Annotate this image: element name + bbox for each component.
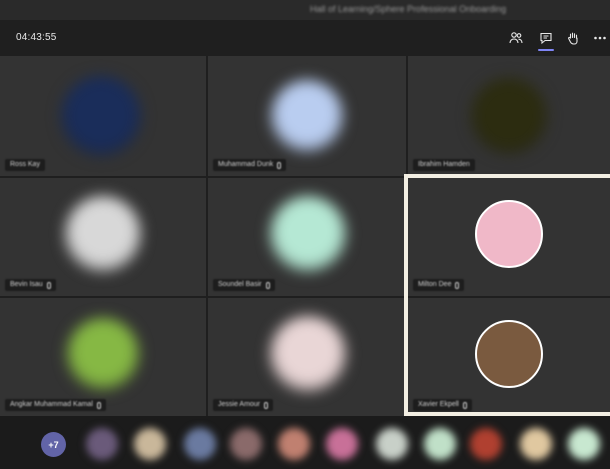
participant-tile[interactable]: Ibrahim Hamden: [408, 56, 610, 176]
participant-name: Ibrahim Hamden: [418, 161, 470, 168]
meeting-header: 04:43:55: [0, 20, 610, 56]
overflow-participant-thumbnail[interactable]: [424, 428, 456, 460]
people-button[interactable]: [506, 28, 526, 48]
participant-avatar: [475, 200, 543, 268]
participant-tile[interactable]: Jessie Amour: [208, 298, 406, 416]
mic-icon: [265, 281, 270, 289]
overflow-participant-thumbnail[interactable]: [278, 428, 310, 460]
participant-name: Xavier Ekpell: [418, 401, 459, 408]
participant-tile[interactable]: Bevin Isau: [0, 178, 206, 296]
participant-avatar: [475, 320, 543, 388]
participant-name-label: Ross Kay: [5, 159, 45, 171]
participant-avatar: [271, 80, 343, 152]
participant-name: Milton Dee: [418, 281, 452, 288]
participant-avatar: [65, 196, 141, 272]
video-grid: Ross Kay Muhammad Dunk Ibrahim Hamden Bevin…: [0, 56, 610, 416]
participant-name-label: Milton Dee: [413, 279, 465, 291]
more-options-icon: [594, 36, 606, 40]
more-options-button[interactable]: [590, 28, 610, 48]
more-participants-button[interactable]: +7: [41, 432, 66, 457]
mic-icon: [264, 401, 269, 409]
overflow-participant-thumbnail[interactable]: [134, 428, 166, 460]
overflow-participant-thumbnail[interactable]: [230, 428, 262, 460]
overflow-participant-thumbnail[interactable]: [470, 428, 502, 460]
chat-button[interactable]: [536, 28, 556, 51]
overflow-participant-thumbnail[interactable]: [520, 428, 552, 460]
mic-icon: [277, 161, 282, 169]
participant-name: Soundel Basir: [218, 281, 262, 288]
participant-name-label: Muhammad Dunk: [213, 159, 287, 171]
participant-name: Jessie Amour: [218, 401, 261, 408]
chat-icon: [540, 32, 552, 45]
window-title: Hall of Learning/Sphere Professional Onb…: [310, 4, 507, 14]
raise-hand-button[interactable]: [563, 28, 583, 48]
participant-tile[interactable]: Muhammad Dunk: [208, 56, 406, 176]
raise-hand-icon: [568, 32, 578, 45]
participant-tile[interactable]: Soundel Basir: [208, 178, 406, 296]
participant-name-label: Soundel Basir: [213, 279, 275, 291]
overflow-participant-thumbnail[interactable]: [376, 428, 408, 460]
mic-icon: [455, 281, 460, 289]
meeting-window: Hall of Learning/Sphere Professional Onb…: [0, 0, 610, 469]
participant-name-label: Angkar Muhammad Kamal: [5, 399, 106, 411]
overflow-participant-thumbnail[interactable]: [86, 428, 118, 460]
mic-icon: [96, 401, 101, 409]
overflow-participant-thumbnail[interactable]: [184, 428, 216, 460]
meeting-timer: 04:43:55: [16, 32, 57, 43]
mic-icon: [462, 401, 467, 409]
participant-name-label: Ibrahim Hamden: [413, 159, 475, 171]
overflow-strip: +7: [0, 416, 610, 469]
participant-name: Ross Kay: [10, 161, 40, 168]
participant-name: Bevin Isau: [10, 281, 43, 288]
participant-name-label: Bevin Isau: [5, 279, 56, 291]
overflow-participant-thumbnail[interactable]: [568, 428, 600, 460]
participant-name-label: Jessie Amour: [213, 399, 274, 411]
participant-tile[interactable]: Xavier Ekpell: [408, 298, 610, 416]
participant-avatar: [67, 318, 139, 390]
participant-name-label: Xavier Ekpell: [413, 399, 472, 411]
participant-tile[interactable]: Angkar Muhammad Kamal: [0, 298, 206, 416]
mic-icon: [46, 281, 51, 289]
participant-avatar: [270, 196, 346, 272]
participant-tile[interactable]: Milton Dee: [408, 178, 610, 296]
overflow-participant-thumbnail[interactable]: [326, 428, 358, 460]
participant-avatar: [270, 316, 346, 392]
participant-name: Angkar Muhammad Kamal: [10, 401, 93, 408]
participant-avatar: [471, 78, 547, 154]
participant-tile[interactable]: Ross Kay: [0, 56, 206, 176]
participant-avatar: [61, 76, 141, 156]
title-bar: Hall of Learning/Sphere Professional Onb…: [0, 0, 610, 20]
people-icon: [509, 32, 523, 44]
participant-name: Muhammad Dunk: [218, 161, 274, 168]
